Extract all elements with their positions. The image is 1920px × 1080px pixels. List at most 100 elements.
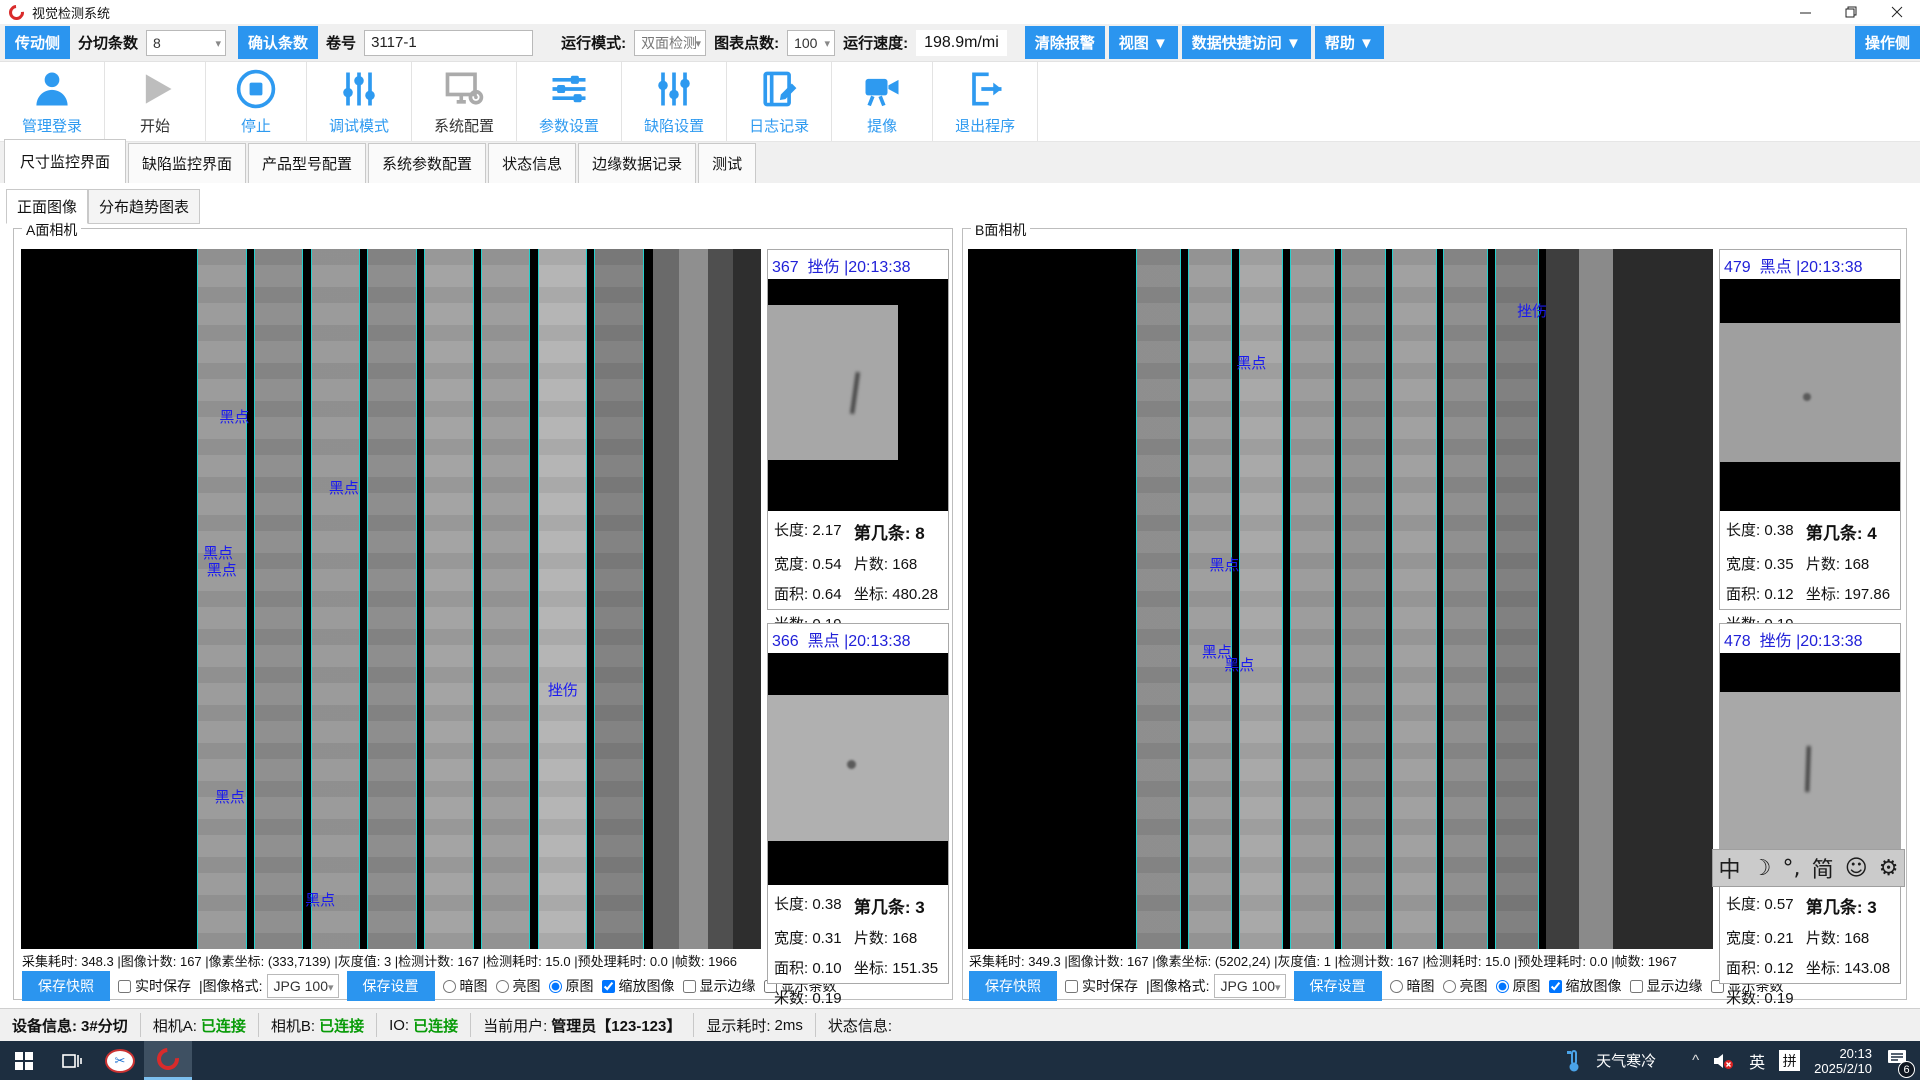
run-mode-label: 运行模式: — [561, 32, 626, 53]
ime-punctuation-icon[interactable]: °, — [1782, 856, 1800, 881]
operate-side-button[interactable]: 操作侧 — [1855, 26, 1920, 59]
camera-a-status-line: 采集耗时: 348.3 |图像计数: 167 |像素坐标: (333,7139)… — [22, 951, 762, 970]
restore-button[interactable] — [1828, 0, 1874, 24]
defect-thumbnail — [1720, 279, 1900, 511]
camera-a-defect-list: 367 挫伤 |20:13:38 长度: 2.17 第几条: 8 宽度: 0.5… — [767, 249, 949, 984]
ime-settings-gear-icon[interactable]: ⚙ — [1879, 856, 1899, 881]
taskbar-clock[interactable]: 20:13 2025/2/10 — [1814, 1046, 1872, 1076]
bright-image-radio[interactable]: 亮图 — [496, 976, 541, 996]
admin-login-button[interactable]: 管理登录 — [0, 62, 105, 141]
window-title: 视觉检测系统 — [32, 3, 110, 22]
current-user-segment: 当前用户:管理员【123-123】 — [471, 1013, 694, 1037]
start-button[interactable]: 开始 — [105, 62, 206, 141]
ime-fullwidth-icon[interactable]: ☽ — [1752, 856, 1772, 881]
clock-date: 2025/2/10 — [1814, 1061, 1872, 1076]
defect-card[interactable]: 478 挫伤 |20:13:38 长度: 0.57 第几条: 3 宽度: 0.2… — [1719, 623, 1901, 984]
data-quick-access-button[interactable]: 数据快捷访问 ▼ — [1182, 26, 1311, 59]
drive-side-button[interactable]: 传动侧 — [5, 26, 70, 59]
run-mode-select[interactable]: 双面检测 — [634, 30, 706, 56]
tab-size-monitor[interactable]: 尺寸监控界面 — [4, 139, 126, 183]
parameter-settings-button[interactable]: 参数设置 — [517, 62, 622, 141]
tab-status-info[interactable]: 状态信息 — [488, 143, 576, 183]
web-strip — [1341, 249, 1386, 949]
close-button[interactable] — [1874, 0, 1920, 24]
defect-annotation-label: 黑点 — [329, 477, 359, 498]
dark-image-radio[interactable]: 暗图 — [1390, 976, 1435, 996]
save-snapshot-button[interactable]: 保存快照 — [969, 971, 1057, 1001]
debug-mode-button[interactable]: 调试模式 — [307, 62, 412, 141]
minimize-button[interactable] — [1782, 0, 1828, 24]
defect-stats: 长度: 0.38 第几条: 4 宽度: 0.35 片数: 168 面积: 0.1… — [1720, 511, 1900, 634]
notification-count-badge: 6 — [1898, 1061, 1915, 1078]
clear-alarm-button[interactable]: 清除报警 — [1025, 26, 1105, 59]
defect-card[interactable]: 366 黑点 |20:13:38 长度: 0.38 第几条: 3 宽度: 0.3… — [767, 623, 949, 984]
stop-icon — [234, 67, 278, 111]
save-settings-button[interactable]: 保存设置 — [1294, 971, 1382, 1001]
vision-app-icon — [153, 1044, 184, 1075]
hidden-icons-chevron[interactable]: ^ — [1692, 1052, 1699, 1069]
ime-simplified-icon[interactable]: 简 — [1812, 852, 1834, 884]
camera-a-controls: 保存快照 实时保存 |图像格式: JPG 100 保存设置 暗图 亮图 原图 缩… — [22, 973, 845, 999]
system-tray: 天气寒冷 ^ 英 拼 20:13 2025/2/10 6 — [1566, 1046, 1920, 1076]
web-dim-band — [1546, 249, 1579, 949]
subtab-trend-chart[interactable]: 分布趋势图表 — [88, 189, 200, 224]
zoom-image-checkbox[interactable]: 缩放图像 — [1549, 976, 1622, 996]
roll-number-input[interactable] — [364, 30, 533, 56]
windows-taskbar: ✂ 天气寒冷 ^ 英 拼 20:13 2025/2/10 6 — [0, 1041, 1920, 1080]
original-image-radio[interactable]: 原图 — [1496, 976, 1541, 996]
notification-center-button[interactable]: 6 — [1886, 1048, 1908, 1073]
web-strip — [1392, 249, 1437, 949]
original-image-radio[interactable]: 原图 — [549, 976, 594, 996]
defect-header: 478 挫伤 |20:13:38 — [1720, 624, 1900, 653]
chart-points-select[interactable]: 100 — [787, 30, 835, 56]
show-edge-checkbox[interactable]: 显示边缘 — [1630, 976, 1703, 996]
view-menu-button[interactable]: 视图 ▼ — [1109, 26, 1178, 59]
capture-image-button[interactable]: 提像 — [832, 62, 933, 141]
volume-muted-icon[interactable] — [1713, 1052, 1735, 1070]
camera-b-controls: 保存快照 实时保存 |图像格式: JPG 100 保存设置 暗图 亮图 原图 缩… — [969, 973, 1792, 999]
defect-card[interactable]: 479 黑点 |20:13:38 长度: 0.38 第几条: 4 宽度: 0.3… — [1719, 249, 1901, 610]
zoom-image-checkbox[interactable]: 缩放图像 — [602, 976, 675, 996]
defect-settings-button[interactable]: 缺陷设置 — [622, 62, 727, 141]
system-config-button[interactable]: 系统配置 — [412, 62, 517, 141]
weather-text[interactable]: 天气寒冷 — [1596, 1050, 1656, 1071]
tab-product-model-config[interactable]: 产品型号配置 — [248, 143, 366, 183]
camera-b-image[interactable]: 挫伤黑点黑点黑点黑点 — [968, 249, 1713, 949]
snipping-tool-button[interactable]: ✂ — [96, 1041, 144, 1080]
image-format-select[interactable]: JPG 100 — [267, 974, 339, 998]
bright-image-radio[interactable]: 亮图 — [1443, 976, 1488, 996]
defect-card[interactable]: 367 挫伤 |20:13:38 长度: 2.17 第几条: 8 宽度: 0.5… — [767, 249, 949, 610]
tab-test[interactable]: 测试 — [698, 143, 756, 183]
show-edge-checkbox[interactable]: 显示边缘 — [683, 976, 756, 996]
thermometer-icon[interactable] — [1566, 1049, 1582, 1073]
top-toolbar: 传动侧 分切条数 8 确认条数 卷号 运行模式: 双面检测 图表点数: 100 … — [0, 24, 1920, 62]
slit-count-select[interactable]: 8 — [146, 30, 226, 56]
camera-a-image[interactable]: 黑点黑点黑点黑点挫伤黑点黑点 — [21, 249, 761, 949]
language-indicator[interactable]: 英 — [1749, 1049, 1765, 1073]
save-snapshot-button[interactable]: 保存快照 — [22, 971, 110, 1001]
start-button[interactable] — [0, 1041, 48, 1080]
web-strip — [311, 249, 361, 949]
realtime-save-checkbox[interactable]: 实时保存 — [118, 976, 191, 996]
log-record-button[interactable]: 日志记录 — [727, 62, 832, 141]
stop-button[interactable]: 停止 — [206, 62, 307, 141]
ime-mode-indicator[interactable]: 拼 — [1779, 1050, 1800, 1071]
vision-app-taskbar-button[interactable] — [144, 1041, 192, 1080]
help-menu-button[interactable]: 帮助 ▼ — [1315, 26, 1384, 59]
exit-program-button[interactable]: 退出程序 — [933, 62, 1038, 141]
web-strip — [1495, 249, 1540, 949]
web-strip — [481, 249, 531, 949]
ime-language-bar[interactable]: 中 ☽ °, 简 ☺ ⚙ — [1712, 849, 1905, 887]
image-format-select[interactable]: JPG 100 — [1214, 974, 1286, 998]
ime-chinese-mode[interactable]: 中 — [1719, 852, 1741, 884]
realtime-save-checkbox[interactable]: 实时保存 — [1065, 976, 1138, 996]
save-settings-button[interactable]: 保存设置 — [347, 971, 435, 1001]
task-view-button[interactable] — [48, 1041, 96, 1080]
tab-system-param-config[interactable]: 系统参数配置 — [368, 143, 486, 183]
ime-emoji-icon[interactable]: ☺ — [1845, 856, 1868, 881]
subtab-front-image[interactable]: 正面图像 — [6, 189, 88, 224]
confirm-count-button[interactable]: 确认条数 — [238, 26, 318, 59]
tab-edge-data-record[interactable]: 边缘数据记录 — [578, 143, 696, 183]
tab-defect-monitor[interactable]: 缺陷监控界面 — [128, 143, 246, 183]
dark-image-radio[interactable]: 暗图 — [443, 976, 488, 996]
